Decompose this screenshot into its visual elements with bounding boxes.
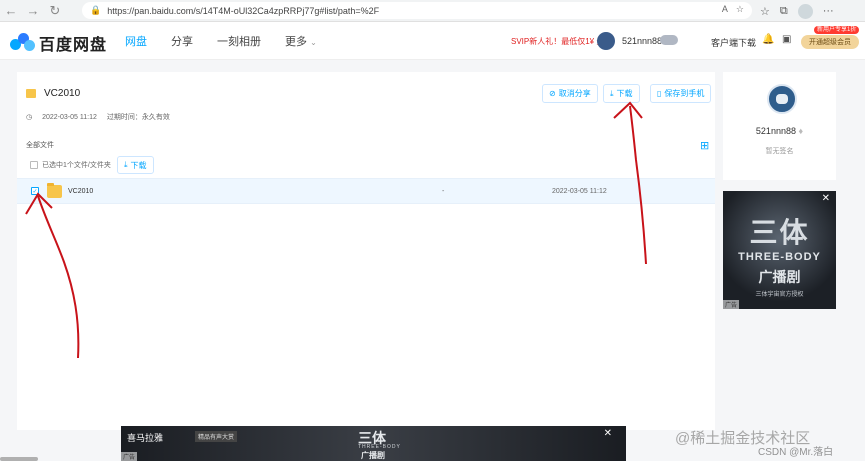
annotation-arrows bbox=[25, 101, 647, 359]
